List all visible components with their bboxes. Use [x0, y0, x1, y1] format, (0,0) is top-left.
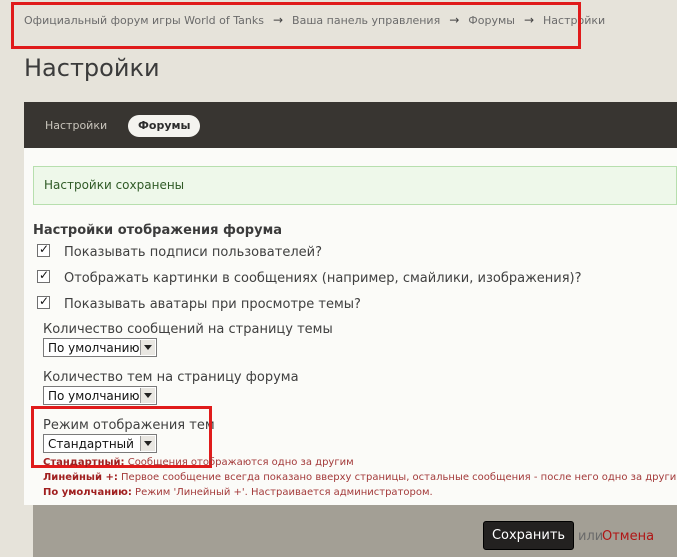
checkmark-icon: ✓	[39, 294, 50, 308]
hint-text: Первое сообщение всегда показано вверху …	[117, 472, 677, 483]
success-notice: Настройки сохранены	[33, 166, 677, 205]
tab-forums[interactable]: Форумы	[128, 115, 201, 137]
hint-text: Сообщения отображаются одно за другим	[124, 457, 354, 468]
cancel-link[interactable]: Отмена	[602, 529, 654, 544]
show-images-checkbox[interactable]: ✓	[37, 268, 50, 283]
checkmark-icon: ✓	[39, 268, 50, 282]
topics-per-page-label: Количество тем на страницу форума	[43, 370, 299, 385]
show-signatures-checkbox[interactable]: ✓	[37, 242, 50, 257]
posts-per-page-label: Количество сообщений на страницу темы	[43, 322, 333, 337]
hint-text: Режим 'Линейный +'. Настраивается админи…	[131, 487, 433, 498]
checkbox-row-avatars[interactable]: ✓ Показывать аватары при просмотре темы?	[37, 294, 361, 312]
posts-per-page-select[interactable]: По умолчанию	[43, 338, 157, 357]
or-text: или	[578, 529, 604, 544]
breadcrumb-highlight-box	[11, 2, 581, 49]
tab-settings[interactable]: Настройки	[45, 119, 107, 132]
hint-standard: Стандартный: Сообщения отображаются одно…	[43, 457, 354, 468]
show-avatars-checkbox[interactable]: ✓	[37, 294, 50, 309]
hint-term: Линейный +:	[43, 472, 118, 483]
checkbox-row-signatures[interactable]: ✓ Показывать подписи пользователей?	[37, 242, 322, 260]
page-title: Настройки	[24, 54, 160, 82]
chevron-down-icon[interactable]	[140, 340, 155, 355]
hint-default: По умолчанию: Режим 'Линейный +'. Настра…	[43, 487, 433, 498]
checkbox-label: Отображать картинки в сообщениях (наприм…	[64, 271, 582, 286]
chevron-down-icon[interactable]	[140, 388, 155, 403]
section-title: Настройки отображения форума	[33, 223, 282, 238]
hint-linear-plus: Линейный +: Первое сообщение всегда пока…	[43, 472, 677, 483]
checkmark-icon: ✓	[39, 242, 50, 256]
topics-per-page-select[interactable]: По умолчанию	[43, 386, 157, 405]
checkbox-label: Показывать подписи пользователей?	[64, 245, 322, 260]
hint-term: По умолчанию:	[43, 487, 132, 498]
checkbox-row-images[interactable]: ✓ Отображать картинки в сообщениях (напри…	[37, 268, 582, 286]
checkbox-label: Показывать аватары при просмотре темы?	[64, 297, 361, 312]
select-value: По умолчанию	[48, 389, 140, 403]
hint-term: Стандартный:	[43, 457, 125, 468]
save-button[interactable]: Сохранить	[483, 521, 574, 550]
select-value: По умолчанию	[48, 341, 140, 355]
tab-bar: Настройки Форумы	[24, 102, 677, 148]
